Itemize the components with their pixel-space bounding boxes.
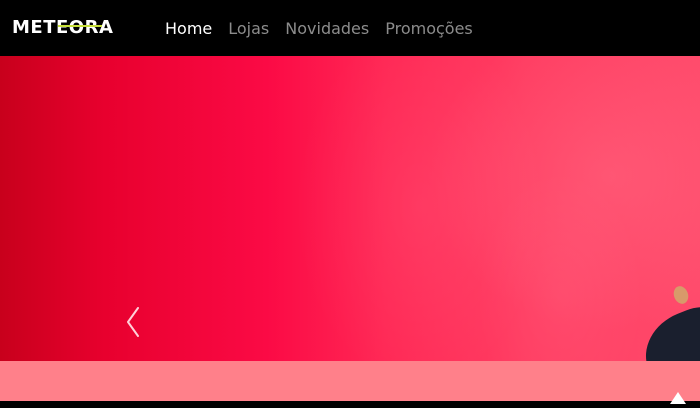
- navbar: METEORA Home Lojas Novidades Promoções: [0, 0, 700, 56]
- meteora-logo[interactable]: METEORA: [12, 15, 136, 39]
- nav-item-lojas[interactable]: Lojas: [228, 19, 269, 38]
- band-triangle-icon: [668, 389, 688, 404]
- nav-item-home[interactable]: Home: [165, 19, 212, 38]
- hero-banner: [0, 56, 700, 361]
- main-nav: Home Lojas Novidades Promoções: [165, 0, 473, 56]
- svg-text:METEORA: METEORA: [12, 17, 113, 38]
- hero-background: [0, 56, 700, 361]
- nav-item-promocoes[interactable]: Promoções: [385, 19, 473, 38]
- carousel-prev-button[interactable]: [118, 302, 148, 342]
- chevron-left-icon: [127, 307, 139, 337]
- nav-item-novidades[interactable]: Novidades: [285, 19, 369, 38]
- promo-band: [0, 361, 700, 401]
- logo-mark: METEORA: [12, 17, 113, 38]
